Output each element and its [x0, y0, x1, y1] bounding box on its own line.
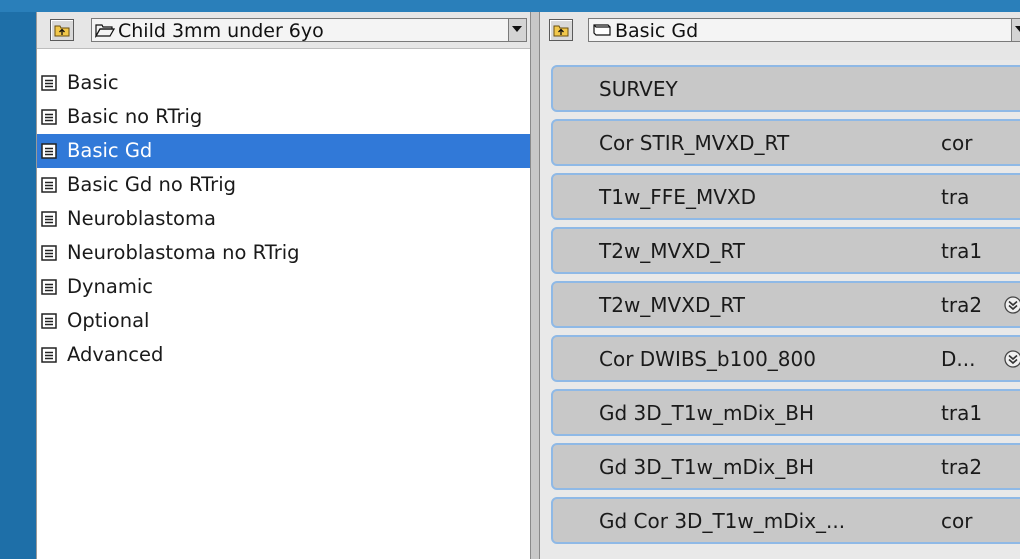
- scan-orientation: tra2: [941, 293, 983, 317]
- protocol-icon: [41, 75, 57, 91]
- list-item-label: Dynamic: [67, 275, 153, 298]
- protocol-list: Basic Basic no RTrig Basic Gd Basic Gd n…: [37, 66, 531, 372]
- list-item-label: Basic no RTrig: [67, 105, 203, 128]
- list-item-label: Optional: [67, 309, 150, 332]
- protocol-icon: [41, 109, 57, 125]
- exam-up-button[interactable]: [549, 19, 573, 41]
- protocol-icon: [41, 347, 57, 363]
- protocol-icon: [41, 279, 57, 295]
- folder-up-icon: [553, 25, 569, 37]
- list-item[interactable]: Basic Gd no RTrig: [37, 168, 531, 202]
- scan-name: Cor STIR_MVXD_RT: [599, 131, 790, 155]
- folder-up-button[interactable]: [50, 19, 74, 41]
- list-item[interactable]: Basic: [37, 66, 531, 100]
- folder-up-icon: [54, 25, 70, 37]
- list-item[interactable]: Basic no RTrig: [37, 100, 531, 134]
- list-item-label: Advanced: [67, 343, 164, 366]
- exam-card-panel: Basic Gd SURVEY Cor STIR_MVXD_RT cor T1w…: [540, 12, 1020, 559]
- list-item[interactable]: Neuroblastoma: [37, 202, 531, 236]
- protocol-folder-panel: Child 3mm under 6yo Basic Basic no RTrig…: [36, 12, 531, 559]
- list-item[interactable]: Advanced: [37, 338, 531, 372]
- list-item-label: Neuroblastoma no RTrig: [67, 241, 300, 264]
- exam-header: Basic Gd: [540, 12, 1020, 60]
- scan-name: T2w_MVXD_RT: [599, 239, 745, 263]
- scan-card[interactable]: Gd 3D_T1w_mDix_BH tra2: [551, 443, 1020, 490]
- scan-card[interactable]: Cor DWIBS_b100_800 D...: [551, 335, 1020, 382]
- scan-card[interactable]: SURVEY: [551, 65, 1020, 112]
- protocol-icon: [41, 313, 57, 329]
- chevron-down-icon[interactable]: [1011, 19, 1020, 41]
- scan-name: Gd Cor 3D_T1w_mDix_...: [599, 509, 846, 533]
- scan-orientation: cor: [941, 509, 973, 533]
- scan-card[interactable]: Gd Cor 3D_T1w_mDix_... cor: [551, 497, 1020, 544]
- scan-orientation: tra1: [941, 401, 983, 425]
- exam-select-value: Basic Gd: [615, 20, 699, 42]
- scan-orientation: tra1: [941, 239, 983, 263]
- scan-card[interactable]: Gd 3D_T1w_mDix_BH tra1: [551, 389, 1020, 436]
- scan-orientation: cor: [941, 131, 973, 155]
- protocol-icon: [41, 143, 57, 159]
- folder-select-value: Child 3mm under 6yo: [118, 20, 324, 42]
- list-item-label: Neuroblastoma: [67, 207, 216, 230]
- list-item-label: Basic Gd no RTrig: [67, 173, 236, 196]
- scan-name: Gd 3D_T1w_mDix_BH: [599, 455, 815, 479]
- protocol-icon: [41, 177, 57, 193]
- scan-card[interactable]: T2w_MVXD_RT tra2: [551, 281, 1020, 328]
- scan-card[interactable]: T1w_FFE_MVXD tra: [551, 173, 1020, 220]
- list-item[interactable]: Optional: [37, 304, 531, 338]
- scan-name: Gd 3D_T1w_mDix_BH: [599, 401, 815, 425]
- scan-orientation: tra: [941, 185, 970, 209]
- list-item[interactable]: Dynamic: [37, 270, 531, 304]
- chevron-down-icon[interactable]: [508, 19, 526, 41]
- expand-details-icon[interactable]: [1003, 349, 1020, 369]
- protocol-icon: [41, 211, 57, 227]
- scan-name: T2w_MVXD_RT: [599, 293, 745, 317]
- panel-splitter[interactable]: [530, 12, 540, 559]
- list-item-selected[interactable]: Basic Gd: [37, 134, 531, 168]
- window-top-strip: [0, 0, 1020, 12]
- scan-card[interactable]: T2w_MVXD_RT tra1: [551, 227, 1020, 274]
- folder-header: Child 3mm under 6yo: [37, 12, 531, 49]
- protocol-icon: [41, 245, 57, 261]
- scan-orientation: tra2: [941, 455, 983, 479]
- exam-select[interactable]: Basic Gd: [588, 18, 1020, 42]
- scan-name: SURVEY: [599, 77, 678, 101]
- scan-card[interactable]: Cor STIR_MVXD_RT cor: [551, 119, 1020, 166]
- exam-card-icon: [593, 24, 611, 36]
- scan-orientation: D...: [941, 347, 976, 371]
- scan-name: Cor DWIBS_b100_800: [599, 347, 816, 371]
- open-folder-icon: [95, 24, 115, 38]
- list-item-label: Basic Gd: [67, 139, 153, 162]
- scan-name: T1w_FFE_MVXD: [599, 185, 756, 209]
- folder-select[interactable]: Child 3mm under 6yo: [91, 18, 527, 42]
- list-item[interactable]: Neuroblastoma no RTrig: [37, 236, 531, 270]
- expand-details-icon[interactable]: [1003, 295, 1020, 315]
- list-item-label: Basic: [67, 71, 119, 94]
